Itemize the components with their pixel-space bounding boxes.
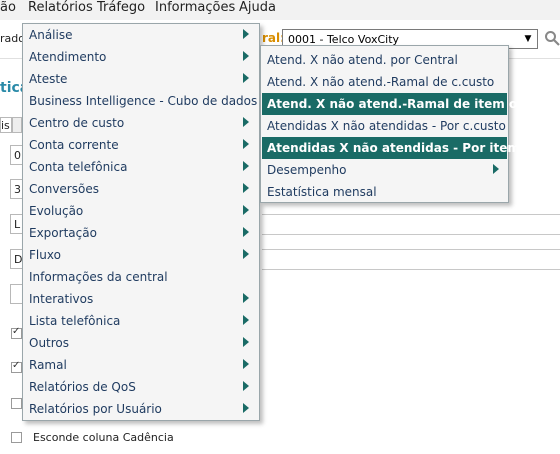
submenu-item-atendidas-por-item[interactable]: Atendidas X não atendidas - Por item — [262, 137, 520, 159]
submenu-item-desempenho[interactable]: Desempenho — [262, 159, 507, 181]
field-1-value: 0 — [14, 149, 21, 162]
chevron-down-icon[interactable]: ▼ — [521, 32, 535, 46]
field-3-value: L — [14, 218, 21, 231]
tab-fragment-2[interactable] — [12, 117, 22, 133]
menu-item-trafego[interactable]: Tráfego — [97, 0, 145, 15]
field-border-line — [262, 249, 560, 250]
submenu-arrow-icon — [243, 139, 249, 149]
field-border-line — [262, 234, 560, 235]
menu-item-outros[interactable]: Outros — [23, 332, 259, 354]
menu-item-label: Outros — [29, 336, 70, 350]
submenu-arrow-icon — [243, 249, 249, 259]
menu-item-label: Relatórios de QoS — [29, 380, 136, 394]
tab-fragment-label: is — [1, 119, 10, 132]
submenu-arrow-icon — [243, 403, 249, 413]
submenu-arrow-icon — [243, 29, 249, 39]
menu-item-conversoes[interactable]: Conversões — [23, 178, 259, 200]
menu-item-label: Ramal — [29, 358, 67, 372]
menu-item-label: Informações da central — [29, 270, 168, 284]
checkbox[interactable] — [11, 326, 22, 339]
submenu-arrow-icon — [243, 117, 249, 127]
menu-item-label: Centro de custo — [29, 116, 125, 130]
menu-item-ateste[interactable]: Ateste — [23, 68, 259, 90]
submenu-arrow-icon — [243, 337, 249, 347]
menu-item-exportacao[interactable]: Exportação — [23, 222, 259, 244]
checkbox-esconde-cadencia-label: Esconde coluna Cadência — [33, 431, 174, 444]
menu-item-label: Conversões — [29, 182, 99, 196]
submenu-item-label: Atend. X não atend.-Ramal de c.custo — [267, 75, 495, 89]
menu-item-label: Conta telefônica — [29, 160, 128, 174]
menu-item-atendimento[interactable]: Atendimento — [23, 46, 259, 68]
submenu-item-label: Atendidas X não atendidas - Por c.custo — [267, 119, 506, 133]
menu-item-label: Ateste — [29, 72, 68, 86]
submenu-arrow-icon — [243, 161, 249, 171]
menu-item-label: Lista telefônica — [29, 314, 121, 328]
menu-item-analise[interactable]: Análise — [23, 24, 259, 46]
menu-item-ramal[interactable]: Ramal — [23, 354, 259, 376]
submenu-arrow-icon — [243, 359, 249, 369]
checkbox-esconde-cadencia[interactable] — [11, 432, 22, 443]
menu-item-relatorios-de-qos[interactable]: Relatórios de QoS — [23, 376, 259, 398]
menu-bar: ão Relatórios Tráfego Informações Ajuda — [0, 0, 560, 20]
submenu-arrow-icon — [243, 227, 249, 237]
menu-item-informacoes[interactable]: Informações — [155, 0, 235, 15]
submenu-arrow-icon — [243, 315, 249, 325]
relatorios-dropdown-menu: Análise Atendimento Ateste Business Inte… — [22, 23, 260, 421]
menu-item-interativos[interactable]: Interativos — [23, 288, 259, 310]
menu-item-label: Análise — [29, 28, 73, 42]
menu-item-conta-telefonica[interactable]: Conta telefônica — [23, 156, 259, 178]
submenu-item-label: Estatística mensal — [267, 185, 377, 199]
checkbox[interactable] — [11, 398, 22, 409]
menu-item-label: Exportação — [29, 226, 97, 240]
menu-item-relatorios-por-usuario[interactable]: Relatórios por Usuário — [23, 398, 259, 420]
menu-item-label: Fluxo — [29, 248, 61, 262]
field-border-line — [262, 214, 560, 215]
submenu-arrow-icon — [243, 73, 249, 83]
tab-fragment[interactable]: is — [0, 117, 12, 133]
menu-item-label: Interativos — [29, 292, 94, 306]
search-icon[interactable] — [544, 30, 560, 46]
submenu-item-estatistica-mensal[interactable]: Estatística mensal — [262, 181, 507, 203]
submenu-arrow-icon — [493, 164, 499, 174]
submenu-item-atendidas-por-ccusto[interactable]: Atendidas X não atendidas - Por c.custo — [262, 115, 507, 137]
submenu-arrow-icon — [243, 381, 249, 391]
menu-item-session[interactable]: ão — [0, 0, 16, 15]
submenu-item-atend-por-central[interactable]: Atend. X não atend. por Central — [262, 49, 507, 71]
menu-item-relatorios[interactable]: Relatórios — [28, 0, 93, 15]
menu-item-label: Business Intelligence - Cubo de dados — [29, 94, 258, 108]
menu-item-business-intelligence[interactable]: Business Intelligence - Cubo de dados — [23, 90, 259, 112]
atendimento-submenu: Atend. X não atend. por Central Atend. X… — [260, 45, 536, 203]
submenu-item-label: Desempenho — [267, 163, 347, 177]
menu-item-ajuda[interactable]: Ajuda — [239, 0, 276, 15]
submenu-item-atend-ramal-item-org[interactable]: Atend. X não atend.-Ramal de item org. — [262, 93, 536, 115]
menu-item-label: Relatórios por Usuário — [29, 402, 162, 416]
submenu-item-atend-ramal-ccusto[interactable]: Atend. X não atend.-Ramal de c.custo — [262, 71, 507, 93]
menu-item-label: Conta corrente — [29, 138, 119, 152]
submenu-arrow-icon — [243, 205, 249, 215]
submenu-item-label: Atend. X não atend. por Central — [267, 53, 458, 67]
submenu-arrow-icon — [243, 51, 249, 61]
submenu-arrow-icon — [243, 293, 249, 303]
field-2-value: 3 — [14, 183, 21, 196]
submenu-item-label: Atend. X não atend.-Ramal de item org. — [267, 97, 537, 111]
submenu-item-label: Atendidas X não atendidas - Por item — [267, 141, 520, 155]
menu-item-centro-de-custo[interactable]: Centro de custo — [23, 112, 259, 134]
menu-item-lista-telefonica[interactable]: Lista telefônica — [23, 310, 259, 332]
submenu-arrow-icon — [243, 183, 249, 193]
menu-item-label: Evolução — [29, 204, 84, 218]
menu-item-informacoes-da-central[interactable]: Informações da central — [23, 266, 259, 288]
field-border-line — [262, 269, 560, 270]
menu-item-fluxo[interactable]: Fluxo — [23, 244, 259, 266]
menu-item-conta-corrente[interactable]: Conta corrente — [23, 134, 259, 156]
menu-item-evolucao[interactable]: Evolução — [23, 200, 259, 222]
checkbox[interactable] — [11, 360, 22, 373]
menu-item-label: Atendimento — [29, 50, 107, 64]
